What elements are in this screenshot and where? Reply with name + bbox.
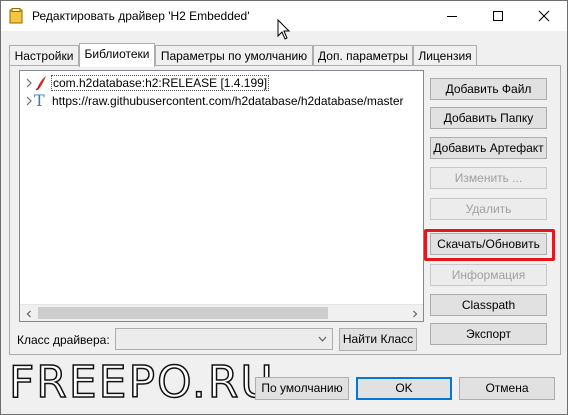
add-folder-button[interactable]: Добавить Папку <box>430 107 547 129</box>
maximize-button[interactable] <box>475 1 521 31</box>
maximize-icon <box>493 11 503 21</box>
scroll-left-button[interactable] <box>20 305 37 321</box>
minimize-icon <box>447 16 457 17</box>
export-button[interactable]: Экспорт <box>430 323 547 345</box>
add-artifact-button[interactable]: Добавить Артефакт <box>430 137 547 159</box>
libraries-tree[interactable]: com.h2database:h2:RELEASE [1.4.199] T ht… <box>19 70 424 322</box>
driver-class-label: Класс драйвера: <box>17 333 110 347</box>
tab-default-parameters[interactable]: Параметры по умолчанию <box>155 45 313 66</box>
watermark-text: FREEPO.RU <box>8 356 275 409</box>
add-file-button[interactable]: Добавить Файл <box>430 78 547 100</box>
ok-button[interactable]: OK <box>356 377 452 400</box>
chevron-right-icon[interactable] <box>24 95 34 107</box>
library-label: https://raw.githubusercontent.com/h2data… <box>52 94 404 108</box>
minimize-button[interactable] <box>429 1 475 31</box>
highlight-frame <box>424 229 555 261</box>
edit-button[interactable]: Изменить ... <box>430 167 547 189</box>
horizontal-scrollbar[interactable] <box>20 304 423 321</box>
tab-extra-parameters[interactable]: Доп. параметры <box>313 45 413 66</box>
tab-license[interactable]: Лицензия <box>413 45 477 66</box>
library-item[interactable]: com.h2database:h2:RELEASE [1.4.199] <box>20 74 420 92</box>
chevron-down-icon <box>318 336 327 342</box>
close-button[interactable] <box>521 1 567 31</box>
driver-class-combo[interactable] <box>115 328 333 350</box>
libraries-panel: com.h2database:h2:RELEASE [1.4.199] T ht… <box>9 65 561 355</box>
chevron-right-icon[interactable] <box>24 77 34 89</box>
database-driver-icon <box>9 8 23 24</box>
find-class-button[interactable]: Найти Класс <box>339 328 417 351</box>
defaults-button[interactable]: По умолчанию <box>255 377 349 400</box>
info-button[interactable]: Информация <box>430 264 547 286</box>
mouse-cursor-icon <box>277 19 291 40</box>
close-icon <box>538 10 550 22</box>
library-label: com.h2database:h2:RELEASE [1.4.199] <box>51 75 270 91</box>
delete-button[interactable]: Удалить <box>430 198 547 220</box>
text-file-icon: T <box>34 91 45 110</box>
classpath-button[interactable]: Classpath <box>430 294 547 316</box>
scroll-right-icon <box>412 310 417 317</box>
scroll-left-icon <box>26 310 31 317</box>
window-title: Редактировать драйвер 'H2 Embedded' <box>32 9 250 23</box>
library-item[interactable]: T https://raw.githubusercontent.com/h2da… <box>20 92 420 110</box>
tab-settings[interactable]: Настройки <box>9 45 79 66</box>
scrollbar-thumb[interactable] <box>38 307 328 319</box>
scroll-right-button[interactable] <box>406 305 423 321</box>
tab-libraries[interactable]: Библиотеки <box>79 43 155 67</box>
cancel-button[interactable]: Отмена <box>459 377 555 400</box>
driver-editor-window: Редактировать драйвер 'H2 Embedded' Наст… <box>0 0 568 415</box>
maven-icon <box>35 76 46 91</box>
